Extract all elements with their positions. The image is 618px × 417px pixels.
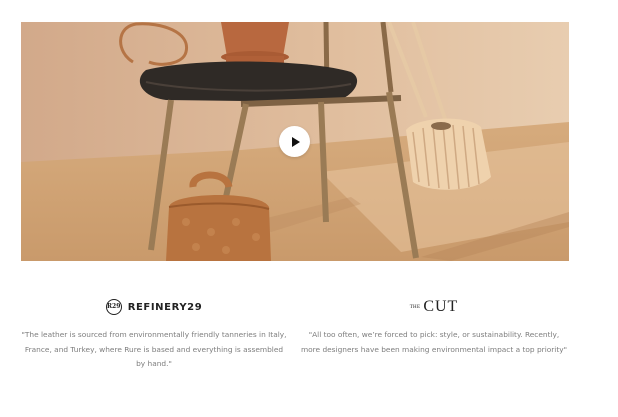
press-quote-text: "All too often, we’re forced to pick: st… — [300, 330, 568, 354]
press-quote-text: "The leather is sourced from environment… — [21, 330, 287, 368]
page: R29 REFINERY29 "The leather is sourced f… — [0, 0, 618, 417]
the-cut-wordmark: CUT — [423, 298, 459, 315]
product-video[interactable] — [21, 22, 569, 261]
press-quote-the-cut: THE CUT "All too often, we’re forced to … — [300, 290, 568, 357]
refinery29-logo-icon: R29 — [105, 299, 122, 315]
the-cut-logo: THE CUT — [300, 290, 568, 324]
refinery29-wordmark: REFINERY29 — [127, 301, 203, 313]
the-cut-logo-small-text: THE — [409, 304, 421, 310]
press-quote-refinery29: R29 REFINERY29 "The leather is sourced f… — [20, 290, 288, 372]
refinery29-logo: R29 REFINERY29 — [20, 290, 288, 324]
play-icon — [292, 136, 300, 147]
play-button[interactable] — [279, 126, 310, 157]
